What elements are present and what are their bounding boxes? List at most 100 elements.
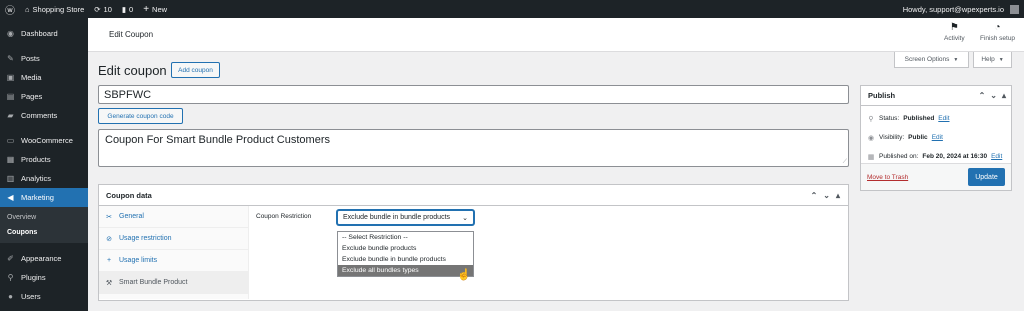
finish-setup-button[interactable]: ◔ Finish setup: [980, 22, 1015, 42]
media-icon: ▣: [6, 73, 15, 82]
admin-sidebar: ◉ Dashboard ✎ Posts ▣ Media ▤ Pages ▰ Comment…: [0, 18, 88, 311]
sidebar-item-label: Appearance: [21, 254, 62, 263]
sidebar-item-plugins[interactable]: ⚲ Plugins: [0, 268, 88, 287]
help-button[interactable]: Help ▼: [973, 52, 1012, 68]
comment-icon: ▰: [7, 111, 14, 120]
tab-general[interactable]: ✂ General: [99, 206, 248, 228]
sidebar-item-label: Products: [21, 155, 51, 164]
move-down-icon[interactable]: ⌄: [823, 191, 830, 200]
edit-date-link[interactable]: Edit: [991, 153, 1002, 160]
sidebar-item-label: Comments: [21, 111, 58, 120]
tab-label: Usage restriction: [119, 235, 172, 242]
coupon-description-textarea[interactable]: Coupon For Smart Bundle Product Customer…: [98, 129, 849, 167]
sidebar-item-dashboard[interactable]: ◉ Dashboard: [0, 24, 88, 43]
publish-title: Publish: [868, 91, 896, 100]
activity-button[interactable]: ⚑ Activity: [944, 22, 965, 42]
sidebar-item-pages[interactable]: ▤ Pages: [0, 87, 88, 106]
sidebar-item-posts[interactable]: ✎ Posts: [0, 49, 88, 68]
wrench-icon: ⚒: [105, 279, 113, 287]
sidebar-item-appearance[interactable]: ✐ Appearance: [0, 249, 88, 268]
submenu-item-overview[interactable]: Overview: [0, 210, 88, 225]
coupon-data-title: Coupon data: [106, 190, 152, 200]
coupon-code-input[interactable]: SBPFWC: [98, 85, 849, 104]
sidebar-item-analytics[interactable]: ▥ Analytics: [0, 169, 88, 188]
resize-grip-icon[interactable]: ⟋: [843, 159, 847, 165]
sidebar-item-label: Users: [21, 292, 41, 301]
comments-link[interactable]: ▮ 0: [117, 0, 138, 18]
activity-label: Activity: [944, 35, 965, 42]
dropdown-option[interactable]: Exclude bundle in bundle products: [338, 254, 473, 265]
site-name: Shopping Store: [32, 4, 85, 14]
header-title: Edit Coupon: [109, 30, 154, 39]
sidebar-item-comments[interactable]: ▰ Comments: [0, 106, 88, 125]
edit-status-link[interactable]: Edit: [938, 115, 949, 122]
move-up-icon[interactable]: ⌃: [811, 191, 818, 200]
sidebar-item-woocommerce[interactable]: ▭ WooCommerce: [0, 131, 88, 150]
sidebar-item-marketing[interactable]: ◀ Marketing: [0, 188, 88, 207]
toggle-panel-icon[interactable]: ▴: [836, 191, 840, 200]
block-icon: ⊘: [106, 235, 112, 243]
coupon-restriction-select[interactable]: Exclude bundle in bundle products ⌄: [337, 210, 474, 225]
megaphone-icon: ◀: [7, 193, 14, 202]
page-header: Edit Coupon ⚑ Activity ◔ Finish setup: [88, 18, 1024, 52]
tab-smart-bundle-product[interactable]: ⚒ Smart Bundle Product: [99, 272, 248, 294]
submenu-item-coupons[interactable]: Coupons: [0, 225, 88, 240]
site-name-link[interactable]: ⌂ Shopping Store: [20, 0, 89, 18]
brush-icon: ✐: [7, 254, 14, 263]
ticket-icon: ✂: [106, 213, 112, 221]
new-content-link[interactable]: + New: [138, 0, 172, 18]
plugin-icon: ⚲: [7, 273, 14, 282]
page-icon: ▤: [6, 92, 15, 101]
account-menu[interactable]: Howdy, support@wpexperts.io: [898, 0, 1024, 18]
caret-down-icon: ▼: [998, 56, 1004, 63]
select-value: Exclude bundle in bundle products: [343, 214, 451, 221]
analytics-icon: ▥: [6, 174, 15, 183]
update-button[interactable]: Update: [968, 168, 1005, 186]
screen-options-label: Screen Options: [904, 56, 950, 63]
updates-link[interactable]: ⟳ 10: [89, 0, 117, 18]
add-coupon-button[interactable]: Add coupon: [171, 62, 220, 78]
finish-setup-label: Finish setup: [980, 35, 1016, 42]
published-label: Published on:: [879, 153, 919, 160]
coupon-restriction-label: Coupon Restriction: [256, 213, 312, 220]
publish-visibility-row: ◉ Visibility: Public Edit: [861, 128, 1011, 147]
edit-visibility-link[interactable]: Edit: [932, 134, 943, 141]
tab-usage-restriction[interactable]: ⊘ Usage restriction: [99, 228, 248, 250]
sidebar-item-label: Media: [21, 73, 42, 82]
generate-coupon-code-button[interactable]: Generate coupon code: [98, 108, 183, 124]
marketing-submenu: Overview Coupons: [0, 207, 88, 243]
sidebar-item-products[interactable]: ▦ Products: [0, 150, 88, 169]
sidebar-item-media[interactable]: ▣ Media: [0, 68, 88, 87]
move-up-icon[interactable]: ⌃: [979, 91, 986, 100]
wordpress-logo-button[interactable]: ⓦ: [0, 0, 20, 18]
tab-label: General: [119, 213, 144, 220]
sidebar-item-label: Posts: [21, 54, 40, 63]
home-icon: ⌂: [25, 4, 30, 14]
hand-cursor-icon: ☝: [457, 269, 471, 281]
sidebar-item-users[interactable]: ● Users: [0, 287, 88, 306]
description-text: Coupon For Smart Bundle Product Customer…: [105, 134, 330, 146]
dropdown-option-highlighted[interactable]: Exclude all bundles types: [338, 265, 473, 276]
woo-icon: ▭: [6, 136, 15, 145]
comment-bubble-icon: ▮: [121, 4, 127, 14]
screen-options-button[interactable]: Screen Options ▼: [894, 52, 969, 68]
sidebar-item-label: Plugins: [21, 273, 46, 282]
tab-label: Usage limits: [119, 257, 158, 264]
toggle-panel-icon[interactable]: ▴: [1002, 91, 1006, 100]
tab-usage-limits[interactable]: + Usage limits: [99, 250, 248, 272]
move-down-icon[interactable]: ⌄: [990, 91, 997, 100]
page-title: Edit coupon: [98, 63, 167, 78]
status-label: Status:: [879, 115, 900, 122]
tab-label: Smart Bundle Product: [119, 279, 188, 286]
calendar-icon: ▦: [867, 153, 875, 161]
new-label: New: [152, 4, 168, 14]
products-icon: ▦: [6, 155, 15, 164]
move-to-trash-link[interactable]: Move to Trash: [867, 174, 908, 181]
pin-icon: ✎: [7, 54, 14, 63]
dropdown-option[interactable]: Exclude bundle products: [338, 243, 473, 254]
greeting: Howdy, support@wpexperts.io: [902, 4, 1004, 14]
flag-icon: ⚑: [949, 22, 959, 33]
plus-icon: +: [106, 257, 112, 264]
dropdown-option[interactable]: -- Select Restriction --: [338, 232, 473, 243]
avatar: [1010, 4, 1019, 14]
